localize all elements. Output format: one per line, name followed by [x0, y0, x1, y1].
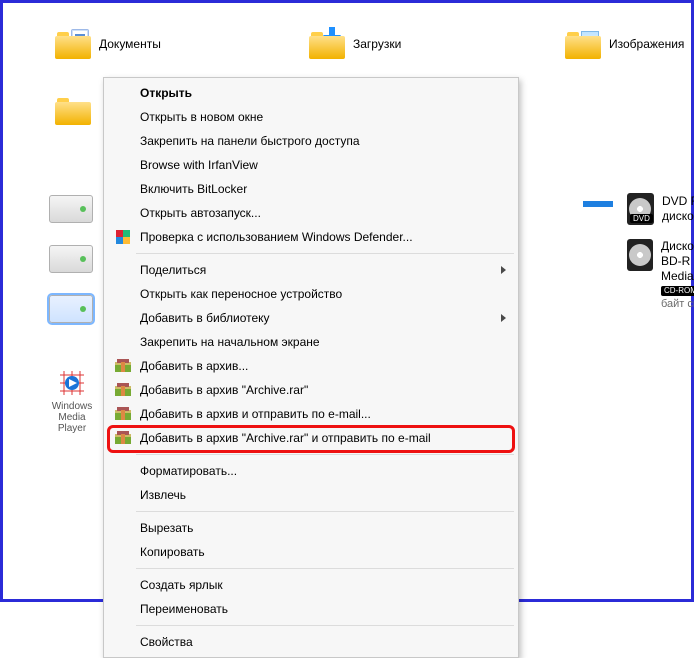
- library-label: Документы: [99, 37, 161, 51]
- drive-item[interactable]: [49, 245, 93, 273]
- menu-create-shortcut[interactable]: Создать ярлык: [106, 573, 516, 597]
- folder-item[interactable]: [55, 95, 91, 125]
- menu-label: Открыть в новом окне: [140, 110, 263, 124]
- menu-label: Добавить в архив "Archive.rar": [140, 383, 308, 397]
- menu-label: Поделиться: [140, 263, 206, 277]
- drive-subtitle: Media: [661, 269, 694, 284]
- library-documents[interactable]: Документы: [55, 29, 161, 59]
- menu-cut[interactable]: Вырезать: [106, 516, 516, 540]
- menu-open-new-window[interactable]: Открыть в новом окне: [106, 105, 516, 129]
- winrar-icon: [114, 405, 132, 423]
- drive-item[interactable]: [49, 195, 93, 223]
- menu-label: Добавить в архив "Archive.rar" и отправи…: [140, 431, 431, 445]
- menu-label: Проверка с использованием Windows Defend…: [140, 230, 413, 244]
- menu-label: Свойства: [140, 635, 193, 649]
- menu-portable-device[interactable]: Открыть как переносное устройство: [106, 282, 516, 306]
- menu-share[interactable]: Поделиться: [106, 258, 516, 282]
- menu-label: Закрепить на начальном экране: [140, 335, 320, 349]
- folder-icon: [55, 95, 91, 125]
- menu-rar-add[interactable]: Добавить в архив...: [106, 354, 516, 378]
- menu-pin-quick-access[interactable]: Закрепить на панели быстрого доступа: [106, 129, 516, 153]
- menu-separator: [136, 625, 514, 626]
- menu-pin-start[interactable]: Закрепить на начальном экране: [106, 330, 516, 354]
- menu-label: Закрепить на панели быстрого доступа: [140, 134, 360, 148]
- drive-usage-bar: [583, 201, 613, 207]
- menu-label: Вырезать: [140, 521, 193, 535]
- menu-label: Извлечь: [140, 488, 186, 502]
- dvd-drive-icon: DVD: [627, 193, 654, 225]
- drive-item-selected[interactable]: [49, 295, 93, 323]
- library-label: Изображения: [609, 37, 684, 51]
- menu-label: Browse with IrfanView: [140, 158, 258, 172]
- menu-rar-add-named[interactable]: Добавить в архив "Archive.rar": [106, 378, 516, 402]
- menu-properties[interactable]: Свойства: [106, 630, 516, 654]
- drive-dvd[interactable]: DVD DVD RW дисков: [627, 193, 694, 225]
- hdd-icon: [49, 295, 93, 323]
- hdd-icon: [49, 245, 93, 273]
- drive-title: Дисковод BD-R: [661, 239, 694, 269]
- chevron-right-icon: [501, 266, 506, 274]
- menu-defender[interactable]: Проверка с использованием Windows Defend…: [106, 225, 516, 249]
- menu-label: Включить BitLocker: [140, 182, 247, 196]
- drive-title: DVD RW дисков: [662, 194, 694, 224]
- menu-label: Открыть как переносное устройство: [140, 287, 342, 301]
- folder-icon: [565, 29, 601, 59]
- wmp-shortcut[interactable]: Windows Media Player: [47, 367, 97, 434]
- menu-label: Открыть: [140, 86, 192, 100]
- menu-label: Открыть автозапуск...: [140, 206, 261, 220]
- menu-rar-email[interactable]: Добавить в архив и отправить по e-mail..…: [106, 402, 516, 426]
- menu-open[interactable]: Открыть: [106, 81, 516, 105]
- folder-icon: [309, 29, 345, 59]
- menu-label: Добавить в архив и отправить по e-mail..…: [140, 407, 371, 421]
- menu-label: Переименовать: [140, 602, 228, 616]
- wmp-label-1: Windows: [47, 401, 97, 412]
- menu-label: Форматировать...: [140, 464, 237, 478]
- menu-rar-named-email[interactable]: Добавить в архив "Archive.rar" и отправи…: [106, 426, 516, 450]
- bd-drive-icon: [627, 239, 653, 271]
- menu-add-to-library[interactable]: Добавить в библиотеку: [106, 306, 516, 330]
- menu-label: Создать ярлык: [140, 578, 223, 592]
- menu-separator: [136, 568, 514, 569]
- context-menu: Открыть Открыть в новом окне Закрепить н…: [103, 77, 519, 658]
- menu-label: Добавить в архив...: [140, 359, 248, 373]
- menu-label: Копировать: [140, 545, 205, 559]
- library-label: Загрузки: [353, 37, 401, 51]
- menu-separator: [136, 253, 514, 254]
- winrar-icon: [114, 429, 132, 447]
- menu-eject[interactable]: Извлечь: [106, 483, 516, 507]
- winrar-icon: [114, 381, 132, 399]
- wmp-icon: [56, 367, 88, 399]
- menu-separator: [136, 454, 514, 455]
- shield-icon: [114, 228, 132, 246]
- menu-browse-irfanview[interactable]: Browse with IrfanView: [106, 153, 516, 177]
- cdrom-badge: CD-ROM: [661, 286, 694, 296]
- menu-label: Добавить в библиотеку: [140, 311, 270, 325]
- hdd-icon: [49, 195, 93, 223]
- menu-copy[interactable]: Копировать: [106, 540, 516, 564]
- chevron-right-icon: [501, 314, 506, 322]
- wmp-label-2: Media Player: [47, 412, 97, 434]
- folder-icon: [55, 29, 91, 59]
- menu-autoplay[interactable]: Открыть автозапуск...: [106, 201, 516, 225]
- menu-format[interactable]: Форматировать...: [106, 459, 516, 483]
- menu-bitlocker[interactable]: Включить BitLocker: [106, 177, 516, 201]
- drive-bdrom[interactable]: Дисковод BD-R Media CD-ROM0 байт свободн: [627, 239, 694, 312]
- library-downloads[interactable]: Загрузки: [309, 29, 401, 59]
- winrar-icon: [114, 357, 132, 375]
- menu-rename[interactable]: Переименовать: [106, 597, 516, 621]
- library-pictures[interactable]: Изображения: [565, 29, 684, 59]
- menu-separator: [136, 511, 514, 512]
